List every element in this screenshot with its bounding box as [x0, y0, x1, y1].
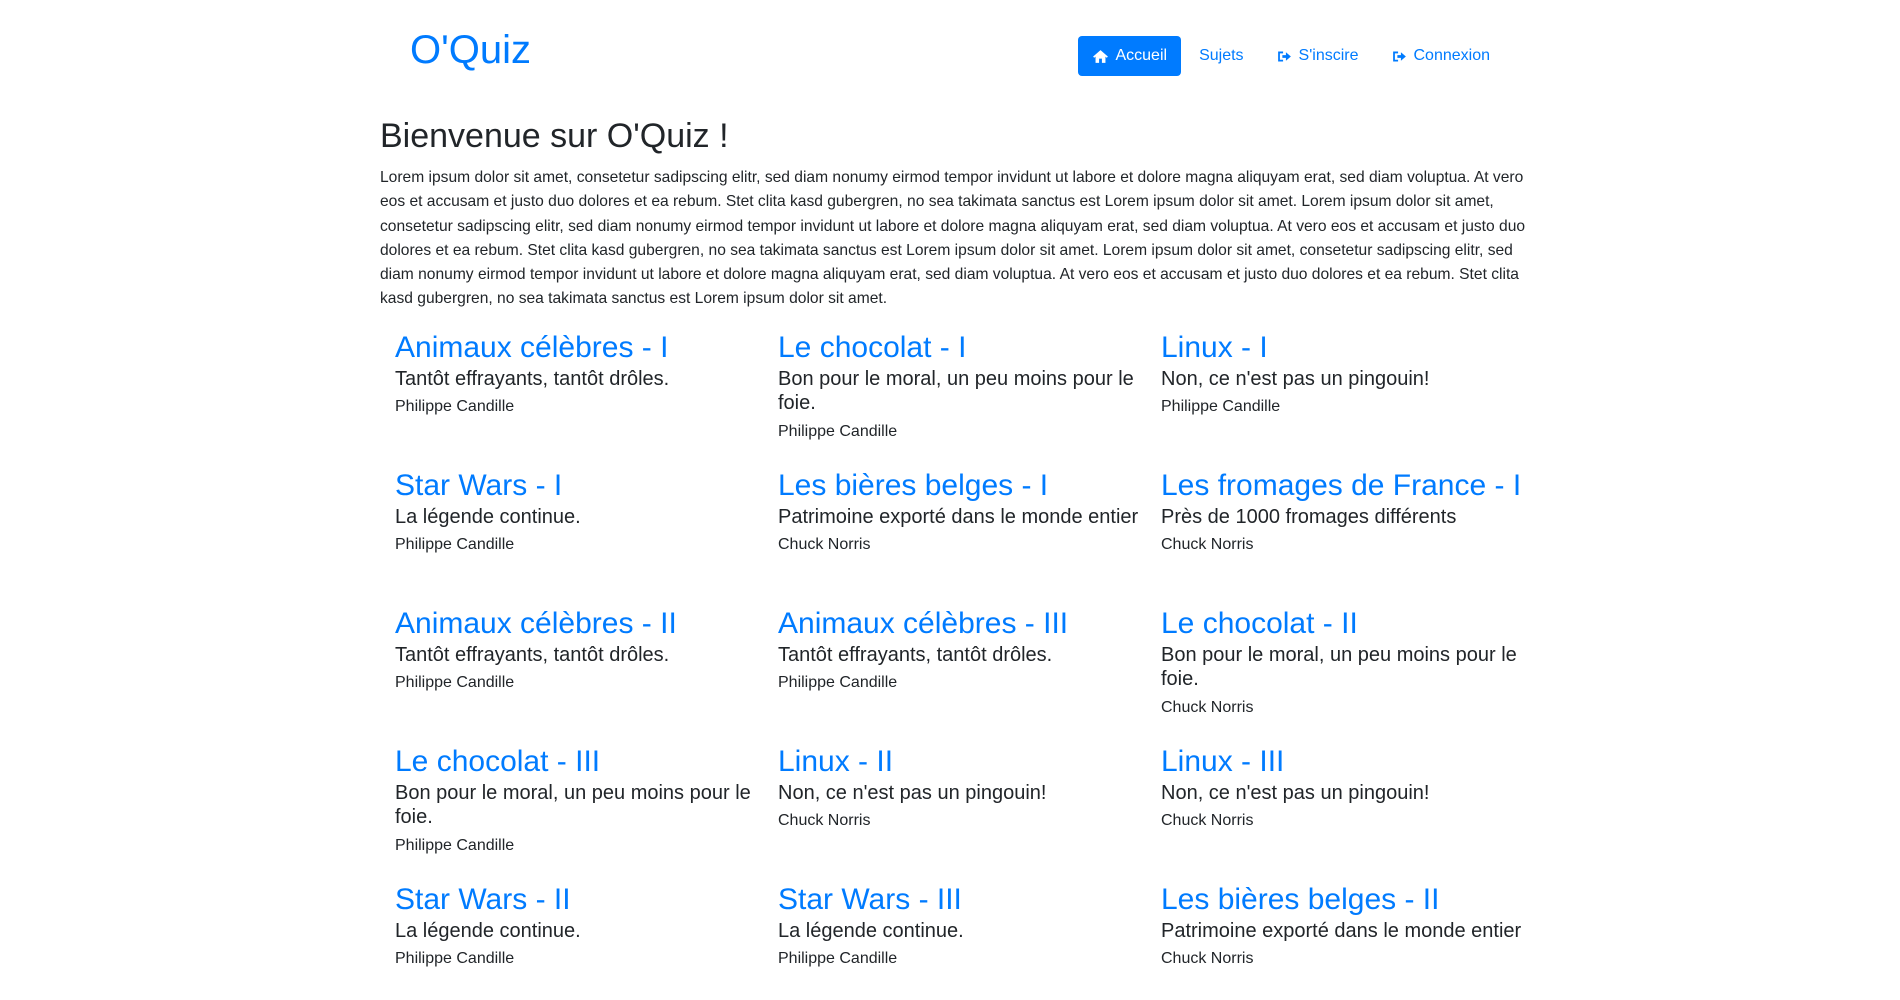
quiz-description: Tantôt effrayants, tantôt drôles.	[778, 643, 1053, 666]
quiz-author: Philippe Candille	[778, 422, 898, 440]
quiz-author: Chuck Norris	[1161, 950, 1254, 968]
quiz-card: Le chocolat - I Bon pour le moral, un pe…	[778, 330, 1161, 468]
quiz-title-link[interactable]: Les bières belges - II	[1161, 882, 1524, 918]
nav-connexion[interactable]: Connexion	[1377, 36, 1505, 76]
quiz-title-link[interactable]: Linux - I	[1161, 330, 1524, 366]
page-container: O'Quiz Accueil Sujets S'inscire Connexio…	[380, 0, 1525, 1000]
quiz-title-link[interactable]: Les fromages de France - I	[1161, 468, 1524, 504]
quiz-title-link[interactable]: Star Wars - III	[778, 882, 1141, 918]
quiz-author: Chuck Norris	[1161, 536, 1254, 554]
quiz-author: Chuck Norris	[1161, 812, 1254, 830]
quiz-card: Linux - III Non, ce n'est pas un pingoui…	[1161, 744, 1544, 882]
quiz-description: Bon pour le moral, un peu moins pour le …	[1161, 643, 1517, 691]
quiz-card: Animaux célèbres - II Tantôt effrayants,…	[395, 606, 778, 744]
nav-accueil[interactable]: Accueil	[1078, 36, 1182, 76]
quiz-card: Les bières belges - II Patrimoine export…	[1161, 882, 1544, 1000]
nav-connexion-label: Connexion	[1413, 47, 1491, 64]
quiz-card: Linux - I Non, ce n'est pas un pingouin!…	[1161, 330, 1544, 468]
quiz-author: Philippe Candille	[395, 950, 515, 968]
quiz-description: Tantôt effrayants, tantôt drôles.	[395, 643, 670, 666]
quiz-title-link[interactable]: Animaux célèbres - I	[395, 330, 758, 366]
quiz-description: Tantôt effrayants, tantôt drôles.	[395, 367, 670, 390]
quiz-card: Les fromages de France - I Près de 1000 …	[1161, 468, 1544, 606]
quiz-description: Non, ce n'est pas un pingouin!	[1161, 367, 1430, 390]
quiz-card: Animaux célèbres - III Tantôt effrayants…	[778, 606, 1161, 744]
quiz-author: Philippe Candille	[395, 836, 515, 854]
quiz-card: Le chocolat - II Bon pour le moral, un p…	[1161, 606, 1544, 744]
quiz-description: Patrimoine exporté dans le monde entier	[1161, 919, 1522, 942]
quiz-description: Bon pour le moral, un peu moins pour le …	[395, 781, 751, 829]
nav-sujets[interactable]: Sujets	[1185, 36, 1257, 76]
sign-in-icon	[1392, 51, 1406, 61]
quiz-author: Philippe Candille	[395, 674, 515, 692]
quiz-description: La légende continue.	[778, 919, 964, 942]
quiz-card: Star Wars - III La légende continue. Phi…	[778, 882, 1161, 1000]
quiz-title-link[interactable]: Animaux célèbres - III	[778, 606, 1141, 642]
quiz-author: Philippe Candille	[1161, 398, 1281, 416]
quiz-title-link[interactable]: Le chocolat - III	[395, 744, 758, 780]
quiz-author: Philippe Candille	[395, 398, 515, 416]
quiz-card: Le chocolat - III Bon pour le moral, un …	[395, 744, 778, 882]
quiz-title-link[interactable]: Linux - II	[778, 744, 1141, 780]
quiz-author: Philippe Candille	[778, 950, 898, 968]
site-header: O'Quiz Accueil Sujets S'inscire Connexio…	[380, 0, 1520, 100]
quiz-card: Animaux célèbres - I Tantôt effrayants, …	[395, 330, 778, 468]
quiz-description: Non, ce n'est pas un pingouin!	[778, 781, 1047, 804]
nav-sinscrire[interactable]: S'inscire	[1262, 36, 1373, 76]
nav-sujets-label: Sujets	[1199, 47, 1244, 64]
quiz-author: Chuck Norris	[778, 536, 871, 554]
quiz-description: Près de 1000 fromages différents	[1161, 505, 1457, 528]
quiz-title-link[interactable]: Linux - III	[1161, 744, 1524, 780]
quiz-description: Bon pour le moral, un peu moins pour le …	[778, 367, 1134, 415]
site-logo[interactable]: O'Quiz	[410, 26, 531, 74]
page-title: Bienvenue sur O'Quiz !	[380, 117, 729, 155]
quiz-description: Patrimoine exporté dans le monde entier	[778, 505, 1139, 528]
quiz-description: Non, ce n'est pas un pingouin!	[1161, 781, 1430, 804]
quiz-author: Chuck Norris	[778, 812, 871, 830]
quiz-description: La légende continue.	[395, 919, 581, 942]
quiz-title-link[interactable]: Animaux célèbres - II	[395, 606, 758, 642]
main-content: Bienvenue sur O'Quiz ! Lorem ipsum dolor…	[380, 116, 1525, 1000]
quiz-title-link[interactable]: Star Wars - I	[395, 468, 758, 504]
quiz-card: Star Wars - II La légende continue. Phil…	[395, 882, 778, 1000]
quiz-card: Les bières belges - I Patrimoine exporté…	[778, 468, 1161, 606]
quiz-title-link[interactable]: Le chocolat - I	[778, 330, 1141, 366]
quiz-card: Star Wars - I La légende continue. Phili…	[395, 468, 778, 606]
intro-text: Lorem ipsum dolor sit amet, consetetur s…	[380, 169, 1526, 308]
quiz-description: La légende continue.	[395, 505, 581, 528]
sign-in-icon	[1277, 51, 1291, 61]
nav-accueil-label: Accueil	[1115, 47, 1168, 64]
quiz-title-link[interactable]: Star Wars - II	[395, 882, 758, 918]
quiz-author: Chuck Norris	[1161, 698, 1254, 716]
main-nav: Accueil Sujets S'inscire Connexion	[1078, 36, 1504, 76]
quiz-author: Philippe Candille	[395, 536, 515, 554]
quiz-title-link[interactable]: Les bières belges - I	[778, 468, 1141, 504]
home-icon	[1093, 49, 1109, 63]
nav-sinscrire-label: S'inscire	[1298, 47, 1359, 64]
quiz-title-link[interactable]: Le chocolat - II	[1161, 606, 1524, 642]
quiz-author: Philippe Candille	[778, 674, 898, 692]
quiz-card: Linux - II Non, ce n'est pas un pingouin…	[778, 744, 1161, 882]
quiz-grid: Animaux célèbres - I Tantôt effrayants, …	[380, 330, 1521, 1000]
